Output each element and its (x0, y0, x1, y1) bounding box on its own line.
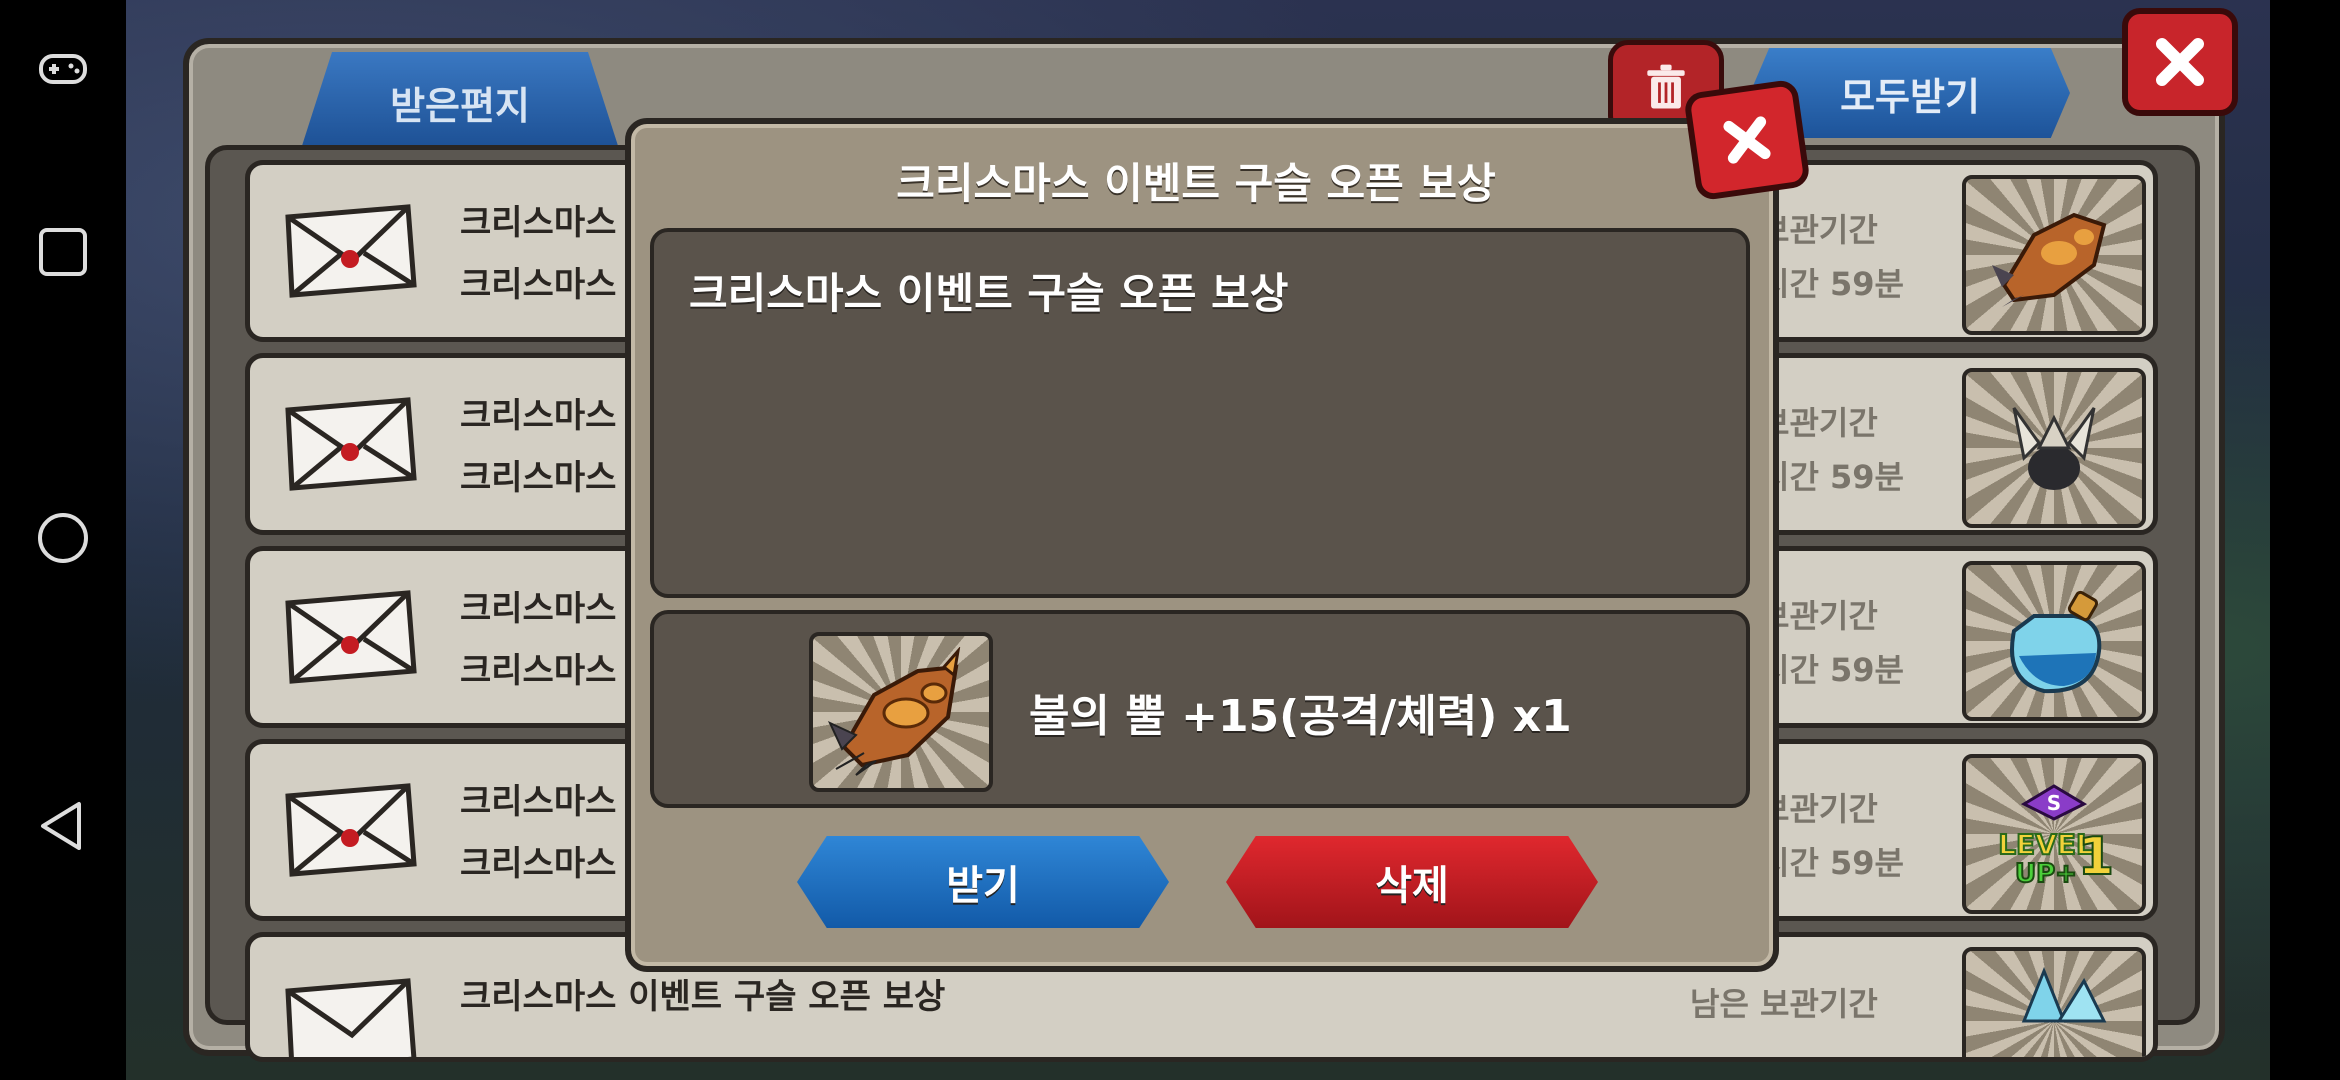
fire-claw-icon (1962, 175, 2146, 335)
receive-button[interactable]: 받기 (797, 836, 1169, 928)
close-icon[interactable] (1683, 78, 1811, 202)
crystal-icon (1962, 947, 2146, 1057)
reward-panel: 불의 뿔 +15(공격/체력) x1 (650, 610, 1750, 808)
fire-horn-icon (809, 632, 993, 792)
mail-subtitle: 크리스마스 (460, 844, 617, 884)
silver-claw-icon (1962, 368, 2146, 528)
close-icon[interactable] (2122, 8, 2238, 116)
mail-title: 크리스마스 (460, 396, 617, 436)
level-up-icon: S LEVEL UP+ 1 (1962, 754, 2146, 914)
home-icon[interactable] (33, 508, 93, 568)
mail-remaining-time: 시간 59분 (1760, 844, 1904, 882)
mail-remaining-time: 시간 59분 (1760, 458, 1904, 496)
mail-subtitle: 크리스마스 (460, 265, 617, 305)
envelope-icon (285, 783, 417, 877)
mail-storage-label: 남은 보관기간 (1690, 985, 1878, 1023)
mail-remaining-time: 시간 59분 (1760, 265, 1904, 303)
mail-subtitle: 크리스마스 (460, 458, 617, 498)
recent-apps-icon[interactable] (33, 222, 93, 282)
screen-edge (2270, 0, 2340, 1080)
dialog-title: 크리스마스 이벤트 구슬 오픈 보상 (896, 159, 1496, 208)
potion-bottle-icon (1962, 561, 2146, 721)
mail-title: 크리스마스 (460, 203, 617, 243)
envelope-icon (285, 397, 417, 491)
envelope-icon (285, 590, 417, 684)
svg-text:S: S (2047, 791, 2061, 815)
android-nav-bar (0, 0, 126, 1080)
svg-text:UP+: UP+ (2015, 859, 2077, 889)
gamepad-icon[interactable] (33, 38, 93, 98)
tab-received-mail[interactable]: 받은편지 (300, 52, 620, 152)
mail-title: 크리스마스 이벤트 구슬 오픈 보상 (460, 977, 946, 1017)
svg-text:1: 1 (2078, 827, 2114, 887)
mail-title: 크리스마스 (460, 782, 617, 822)
dialog-message: 크리스마스 이벤트 구슬 오픈 보상 (689, 269, 1289, 318)
back-icon[interactable] (33, 796, 93, 856)
dialog-message-panel: 크리스마스 이벤트 구슬 오픈 보상 (650, 228, 1750, 598)
reward-description: 불의 뿔 +15(공격/체력) x1 (1029, 691, 1572, 742)
envelope-icon (285, 204, 417, 298)
delete-button[interactable]: 삭제 (1226, 836, 1598, 928)
mail-subtitle: 크리스마스 (460, 651, 617, 691)
envelope-icon (285, 978, 417, 1057)
mail-title: 크리스마스 (460, 589, 617, 629)
mail-remaining-time: 시간 59분 (1760, 651, 1904, 689)
